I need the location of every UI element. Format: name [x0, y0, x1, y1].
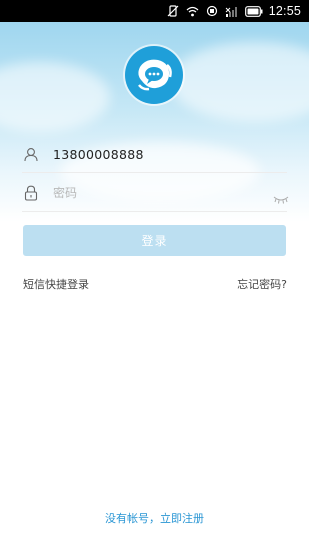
sms-login-link[interactable]: 短信快捷登录: [23, 276, 89, 292]
login-button[interactable]: 登录: [23, 225, 286, 256]
data-icon: [206, 5, 218, 17]
status-bar: 12:55: [0, 0, 309, 22]
password-divider: [22, 211, 287, 212]
chat-bubble-logo-icon: [138, 59, 172, 91]
account-divider: [22, 172, 287, 173]
account-input[interactable]: 13800008888: [53, 147, 144, 162]
status-icons: [167, 5, 263, 17]
status-time: 12:55: [268, 4, 301, 18]
signal-icon: [225, 6, 238, 17]
vibrate-off-icon: [167, 5, 179, 17]
account-row[interactable]: 13800008888: [22, 137, 287, 171]
lock-icon: [22, 184, 40, 202]
battery-icon: [244, 5, 263, 17]
register-link[interactable]: 没有帐号，立即注册: [0, 510, 309, 526]
forgot-password-link[interactable]: 忘记密码?: [237, 276, 287, 292]
app-logo: [125, 46, 183, 104]
password-row[interactable]: [22, 176, 287, 210]
wifi-icon: [186, 6, 199, 17]
password-input[interactable]: [53, 186, 253, 200]
password-visibility-toggle-icon[interactable]: [273, 190, 289, 209]
user-icon: [22, 145, 40, 163]
